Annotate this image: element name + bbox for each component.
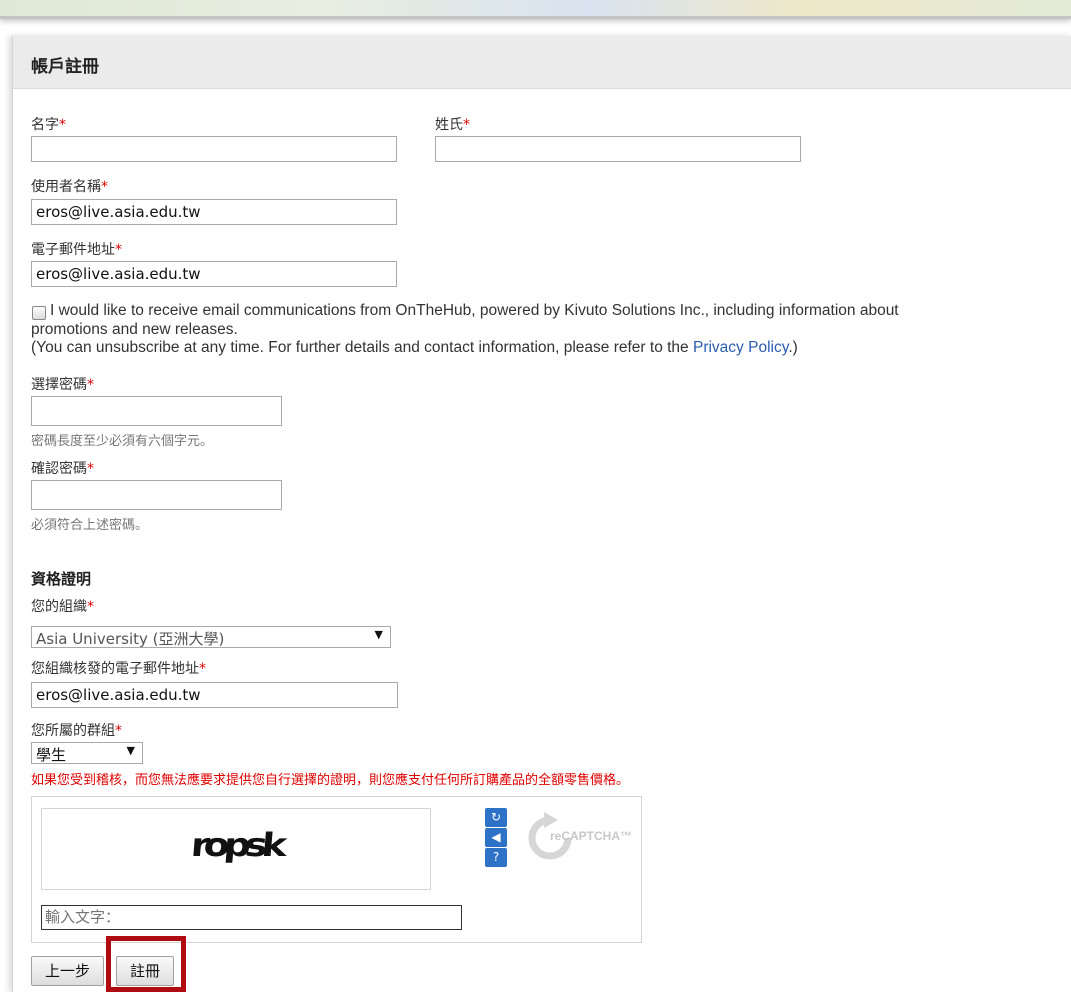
- captcha-input[interactable]: [41, 905, 462, 930]
- privacy-policy-link[interactable]: Privacy Policy: [693, 339, 788, 356]
- site-banner: [0, 0, 1071, 19]
- organization-select[interactable]: Asia University (亞洲大學) ▼: [31, 626, 391, 648]
- consent-text-line3: (You can unsubscribe at any time. For fu…: [31, 339, 798, 356]
- email-input[interactable]: [31, 261, 397, 287]
- captcha-image: ropsk: [41, 808, 431, 890]
- confirm-password-label: 確認密碼*: [31, 461, 94, 477]
- email-label: 電子郵件地址*: [31, 242, 122, 258]
- org-email-input[interactable]: [31, 682, 398, 708]
- registration-panel: 帳戶註冊 名字* 姓氏* 使用者名稱* 電子郵件地址* I would like…: [12, 36, 1071, 992]
- password-input[interactable]: [31, 396, 282, 426]
- password-hint: 密碼長度至少必須有六個字元。: [31, 434, 214, 449]
- username-label: 使用者名稱*: [31, 179, 108, 195]
- consent-text-line2: promotions and new releases.: [31, 321, 238, 338]
- confirm-password-hint: 必須符合上述密碼。: [31, 518, 149, 533]
- chevron-down-icon: ▼: [126, 744, 135, 757]
- credentials-section-title: 資格證明: [31, 570, 92, 588]
- chevron-down-icon: ▼: [374, 628, 383, 641]
- first-name-label: 名字*: [31, 117, 66, 133]
- page-title: 帳戶註冊: [31, 57, 99, 77]
- first-name-input[interactable]: [31, 136, 397, 162]
- email-consent-checkbox[interactable]: [32, 306, 46, 320]
- org-email-label: 您組織核發的電子郵件地址*: [31, 661, 206, 677]
- organization-label: 您的組織*: [31, 599, 94, 615]
- group-label: 您所屬的群組*: [31, 723, 122, 739]
- audit-warning: 如果您受到稽核，而您無法應要求提供您自行選擇的證明，則您應支付任何所訂購產品的全…: [31, 773, 630, 788]
- audio-icon[interactable]: ◀: [485, 828, 507, 847]
- recaptcha-logo-text: reCAPTCHA™: [550, 829, 633, 843]
- username-input[interactable]: [31, 199, 397, 225]
- last-name-label: 姓氏*: [435, 117, 470, 133]
- panel-header: 帳戶註冊: [13, 36, 1071, 89]
- captcha-challenge-text: ropsk: [189, 826, 283, 864]
- consent-text-line1: I would like to receive email communicat…: [50, 302, 899, 319]
- register-button[interactable]: 註冊: [116, 956, 174, 986]
- help-icon[interactable]: ?: [485, 848, 507, 867]
- password-label: 選擇密碼*: [31, 377, 94, 393]
- confirm-password-input[interactable]: [31, 480, 282, 510]
- refresh-icon[interactable]: ↻: [485, 808, 507, 827]
- group-select[interactable]: 學生 ▼: [31, 742, 143, 764]
- captcha-widget: ropsk ↻ ◀ ? reCAPTCHA™: [31, 796, 642, 943]
- last-name-input[interactable]: [435, 136, 801, 162]
- back-button[interactable]: 上一步: [31, 956, 104, 986]
